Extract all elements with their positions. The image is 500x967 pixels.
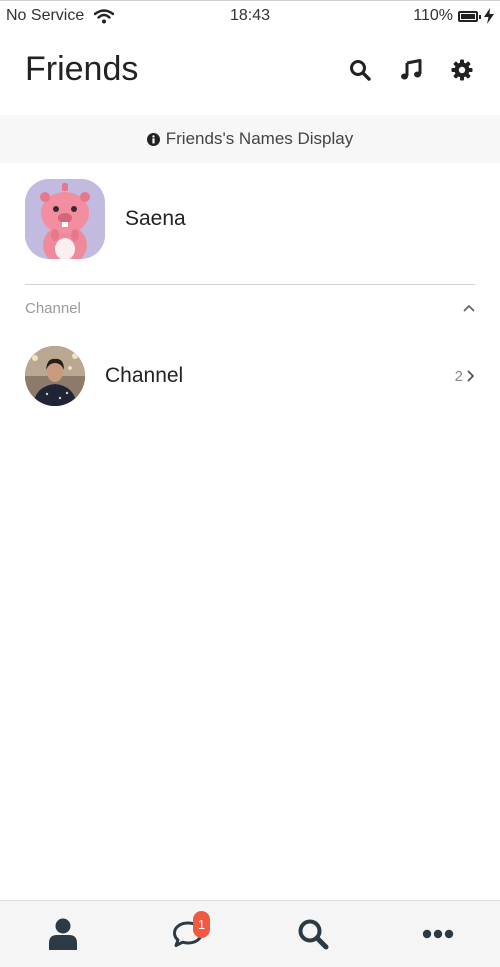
- tab-friends[interactable]: [0, 901, 125, 967]
- names-display-label: Friends's Names Display: [165, 129, 354, 148]
- profile-avatar: [25, 179, 105, 259]
- search-button[interactable]: [348, 58, 372, 82]
- search-icon: [298, 919, 328, 950]
- info-icon: [146, 132, 160, 146]
- my-profile-row[interactable]: Saena: [25, 178, 475, 260]
- channel-row[interactable]: Channel 2: [25, 346, 475, 406]
- tab-search[interactable]: [250, 901, 375, 967]
- tab-chats[interactable]: 1: [125, 901, 250, 967]
- names-display-banner[interactable]: Friends's Names Display: [0, 115, 500, 163]
- music-button[interactable]: [399, 58, 423, 82]
- header: Friends: [0, 30, 500, 115]
- tab-more[interactable]: [375, 901, 500, 967]
- status-bar: No Service 18:43 110%: [0, 0, 500, 30]
- page-title: Friends: [25, 50, 139, 88]
- person-icon: [48, 918, 77, 950]
- chevron-right-icon: [467, 370, 474, 382]
- channel-section-header[interactable]: Channel: [25, 297, 475, 319]
- settings-button[interactable]: [450, 58, 474, 82]
- tab-bar: 1: [0, 900, 500, 967]
- music-note-icon: [401, 59, 422, 80]
- status-right: 110%: [413, 7, 494, 25]
- channel-name: Channel: [105, 364, 184, 387]
- channel-photo-image: [25, 346, 85, 406]
- gear-icon: [451, 59, 473, 81]
- section-divider: [25, 284, 475, 285]
- battery-percent: 110%: [413, 7, 453, 24]
- channel-avatar: [25, 346, 85, 406]
- profile-name: Saena: [125, 207, 186, 230]
- more-icon: [422, 929, 453, 939]
- search-icon: [350, 60, 371, 81]
- battery-icon: [458, 10, 481, 22]
- beaver-character-image: [25, 179, 105, 259]
- charging-bolt-icon: [484, 8, 494, 24]
- chat-unread-badge: 1: [193, 911, 210, 938]
- chevron-up-icon: [463, 305, 475, 312]
- channel-count: 2: [454, 367, 463, 385]
- channel-section-label: Channel: [25, 299, 81, 317]
- header-actions: [348, 58, 474, 82]
